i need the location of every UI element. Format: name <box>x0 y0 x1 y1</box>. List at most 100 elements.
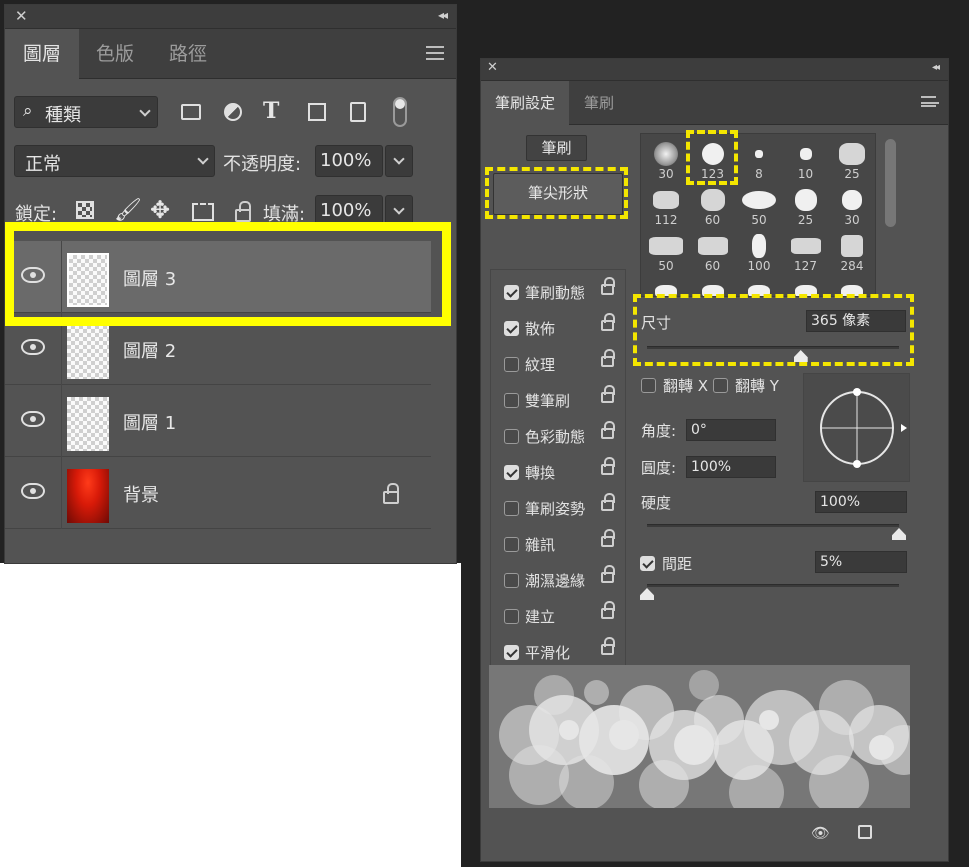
option-lock-icon[interactable] <box>601 313 615 331</box>
brush-option-label[interactable]: 散佈 <box>525 318 555 339</box>
brush-option-checkbox[interactable] <box>504 645 519 660</box>
layer-row-background[interactable]: 背景 <box>5 457 431 529</box>
tab-channels[interactable]: 色版 <box>79 29 151 79</box>
layer-row-1[interactable]: 圖層 1 <box>5 385 431 457</box>
brush-preset-cell[interactable]: 127 <box>783 228 829 274</box>
brush-option-label[interactable]: 色彩動態 <box>525 426 585 447</box>
brush-option-label[interactable]: 筆刷動態 <box>525 282 585 303</box>
option-lock-icon[interactable] <box>601 637 615 655</box>
lock-position-move-icon[interactable]: ✥ <box>150 196 170 224</box>
brush-option-label[interactable]: 雙筆刷 <box>525 390 570 411</box>
brush-option-checkbox[interactable] <box>504 537 519 552</box>
brush-option-row[interactable]: 雜訊 <box>491 526 627 562</box>
lock-all-icon[interactable] <box>235 201 251 222</box>
brush-option-row[interactable]: 紋理 <box>491 346 627 382</box>
panel-menu-icon[interactable] <box>921 96 939 107</box>
brush-option-row[interactable]: 散佈 <box>491 310 627 346</box>
adjustment-filter-icon[interactable] <box>224 103 242 121</box>
option-lock-icon[interactable] <box>601 385 615 403</box>
brush-preset-cell[interactable]: 30 <box>829 182 875 228</box>
type-filter-icon[interactable]: T <box>263 98 279 124</box>
roundness-input[interactable]: 100% <box>686 456 776 478</box>
lock-transparency-icon[interactable] <box>76 201 94 219</box>
lock-pixels-brush-icon[interactable]: 🖌 <box>114 198 142 223</box>
brush-preset-cell[interactable]: 10 <box>783 136 829 182</box>
collapse-icon[interactable]: ◂◂ <box>932 62 940 73</box>
angle-roundness-widget[interactable] <box>803 373 910 482</box>
brush-option-row[interactable]: 轉換 <box>491 454 627 490</box>
hardness-slider-thumb[interactable] <box>892 528 906 540</box>
brush-option-checkbox[interactable] <box>504 609 519 624</box>
option-lock-icon[interactable] <box>601 421 615 439</box>
visibility-eye-icon[interactable] <box>21 483 45 499</box>
filter-kind-select[interactable]: ⌕ 種類 <box>14 96 158 128</box>
brush-option-checkbox[interactable] <box>504 321 519 336</box>
brushes-button[interactable]: 筆刷 <box>526 135 587 161</box>
tab-brush-settings[interactable]: 筆刷設定 <box>481 81 569 125</box>
brush-option-label[interactable]: 平滑化 <box>525 642 570 663</box>
spacing-checkbox[interactable] <box>640 556 655 571</box>
presets-scrollbar[interactable] <box>885 139 896 227</box>
brush-preset-cell[interactable]: 100 <box>736 228 782 274</box>
angle-input[interactable]: 0° <box>686 419 776 441</box>
lock-artboard-icon[interactable] <box>192 203 214 221</box>
brush-option-row[interactable]: 筆刷姿勢 <box>491 490 627 526</box>
brush-option-checkbox[interactable] <box>504 429 519 444</box>
brush-option-row[interactable]: 潮濕邊緣 <box>491 562 627 598</box>
brush-option-row[interactable]: 建立 <box>491 598 627 634</box>
brush-preset-cell[interactable]: 50 <box>736 182 782 228</box>
angle-roundness-dial[interactable] <box>804 374 911 483</box>
brush-option-row[interactable]: 色彩動態 <box>491 418 627 454</box>
option-lock-icon[interactable] <box>601 565 615 583</box>
brush-preset-cell[interactable]: 50 <box>643 228 689 274</box>
brush-preset-cell[interactable]: 60 <box>690 228 736 274</box>
toggle-preview-eye-icon[interactable]: 👁 <box>811 824 830 842</box>
brush-option-label[interactable]: 筆刷姿勢 <box>525 498 585 519</box>
collapse-icon[interactable]: ◂◂ <box>438 8 448 22</box>
panel-menu-icon[interactable] <box>426 46 444 60</box>
opacity-dropdown[interactable] <box>385 145 413 177</box>
brush-preset-cell[interactable]: 25 <box>783 182 829 228</box>
filter-toggle[interactable] <box>393 97 407 127</box>
spacing-slider[interactable] <box>647 584 899 587</box>
hardness-input[interactable]: 100% <box>815 491 907 513</box>
brush-option-row[interactable]: 雙筆刷 <box>491 382 627 418</box>
brush-option-checkbox[interactable] <box>504 357 519 372</box>
option-lock-icon[interactable] <box>601 601 615 619</box>
brush-preset-cell[interactable]: 8 <box>736 136 782 182</box>
close-icon[interactable]: ✕ <box>15 7 28 25</box>
shape-filter-icon[interactable] <box>308 103 326 121</box>
spacing-input[interactable]: 5% <box>815 551 907 573</box>
option-lock-icon[interactable] <box>601 277 615 295</box>
brush-preset-cell[interactable]: 25 <box>829 136 875 182</box>
layer-lock-icon[interactable] <box>383 483 399 504</box>
opacity-input[interactable]: 100% <box>315 145 383 177</box>
flip-y-checkbox[interactable] <box>713 378 728 393</box>
brush-preset-cell[interactable]: 30 <box>643 136 689 182</box>
brush-option-checkbox[interactable] <box>504 501 519 516</box>
blend-mode-select[interactable]: 正常 <box>14 145 215 177</box>
brush-option-checkbox[interactable] <box>504 393 519 408</box>
smart-object-filter-icon[interactable] <box>350 102 366 122</box>
create-new-brush-icon[interactable] <box>858 825 872 839</box>
brush-option-label[interactable]: 建立 <box>525 606 555 627</box>
brush-option-label[interactable]: 轉換 <box>525 462 555 483</box>
visibility-eye-icon[interactable] <box>21 339 45 355</box>
flip-x-checkbox[interactable] <box>641 378 656 393</box>
option-lock-icon[interactable] <box>601 349 615 367</box>
tab-layers[interactable]: 圖層 <box>5 29 79 79</box>
tab-paths[interactable]: 路徑 <box>151 29 225 79</box>
layer-name[interactable]: 圖層 1 <box>123 409 176 435</box>
brush-option-checkbox[interactable] <box>504 465 519 480</box>
layer-name[interactable]: 圖層 2 <box>123 337 176 363</box>
layer-name[interactable]: 背景 <box>123 481 159 507</box>
brush-option-label[interactable]: 潮濕邊緣 <box>525 570 585 591</box>
brush-option-checkbox[interactable] <box>504 573 519 588</box>
brush-option-label[interactable]: 雜訊 <box>525 534 555 555</box>
hardness-slider[interactable] <box>647 524 899 527</box>
brush-option-row[interactable]: 筆刷動態 <box>491 274 627 310</box>
brush-preset-cell[interactable]: 60 <box>690 182 736 228</box>
brush-preset-cell[interactable]: 284 <box>829 228 875 274</box>
brush-option-checkbox[interactable] <box>504 285 519 300</box>
brush-preset-cell[interactable]: 112 <box>643 182 689 228</box>
